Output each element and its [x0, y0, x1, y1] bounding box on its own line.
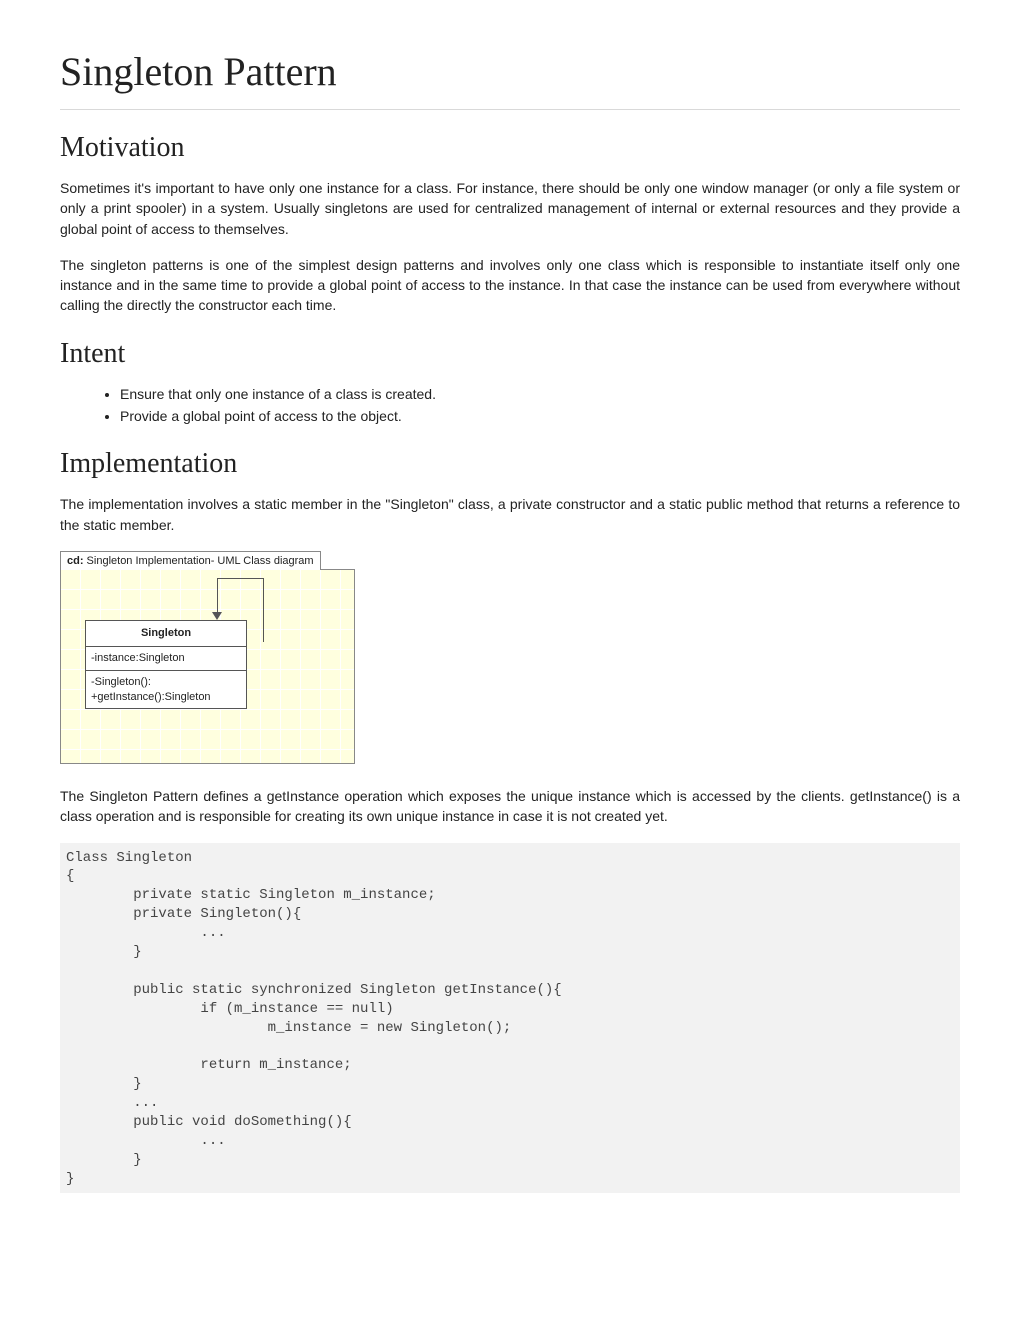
- uml-op-2: +getInstance():Singleton: [91, 690, 241, 705]
- heading-motivation: Motivation: [60, 132, 960, 164]
- uml-class-operations: -Singleton(): +getInstance():Singleton: [86, 670, 246, 709]
- motivation-paragraph-2: The singleton patterns is one of the sim…: [60, 255, 960, 316]
- uml-diagram: cd: Singleton Implementation- UML Class …: [60, 551, 355, 764]
- uml-tab: cd: Singleton Implementation- UML Class …: [60, 551, 321, 570]
- uml-tab-text: Singleton Implementation- UML Class diag…: [84, 555, 314, 567]
- uml-body: Singleton -instance:Singleton -Singleton…: [60, 569, 355, 764]
- title-divider: [60, 109, 960, 110]
- page: Singleton Pattern Motivation Sometimes i…: [0, 0, 1020, 1233]
- uml-op-1: -Singleton():: [91, 675, 241, 690]
- uml-class-name: Singleton: [86, 621, 246, 646]
- intent-item-1: Ensure that only one instance of a class…: [120, 384, 960, 404]
- uml-tab-prefix: cd:: [67, 555, 84, 567]
- uml-class-attributes: -instance:Singleton: [86, 646, 246, 670]
- intent-item-2: Provide a global point of access to the …: [120, 406, 960, 426]
- uml-self-arrow-icon: [155, 578, 260, 621]
- uml-class-box: Singleton -instance:Singleton -Singleton…: [85, 620, 247, 709]
- heading-implementation: Implementation: [60, 448, 960, 480]
- motivation-paragraph-1: Sometimes it's important to have only on…: [60, 178, 960, 239]
- implementation-paragraph-2: The Singleton Pattern defines a getInsta…: [60, 786, 960, 827]
- page-title: Singleton Pattern: [60, 48, 960, 95]
- code-block: Class Singleton { private static Singlet…: [60, 843, 960, 1193]
- implementation-paragraph-1: The implementation involves a static mem…: [60, 494, 960, 535]
- intent-list: Ensure that only one instance of a class…: [60, 384, 960, 427]
- heading-intent: Intent: [60, 338, 960, 370]
